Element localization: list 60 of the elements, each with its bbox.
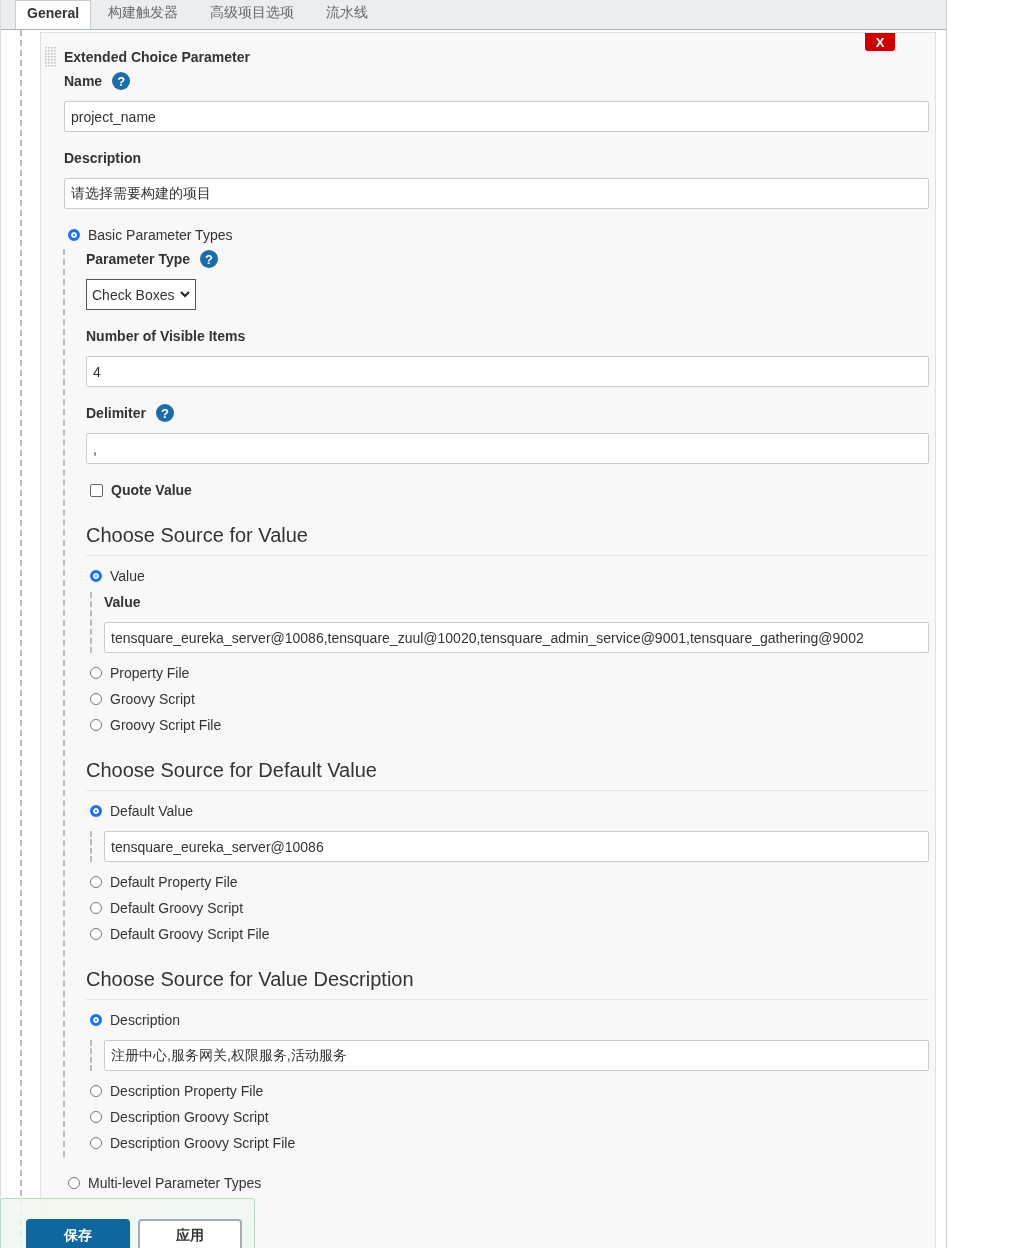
text-field[interactable]: 注册中心,服务网关,权限服务,活动服务 xyxy=(104,1040,929,1071)
help-icon[interactable]: ? xyxy=(112,72,131,90)
radio-button[interactable] xyxy=(90,1111,102,1123)
radio-label: Groovy Script xyxy=(110,691,195,707)
checkbox-label: Quote Value xyxy=(111,482,192,498)
field-label: Delimiter xyxy=(86,405,146,421)
radio-label: Default Value xyxy=(110,803,193,819)
radio-button[interactable] xyxy=(90,902,102,914)
chevron-down-icon xyxy=(180,291,190,298)
field-label: Value xyxy=(104,594,141,610)
radio-button[interactable] xyxy=(68,1177,80,1189)
checkbox[interactable] xyxy=(90,483,103,497)
tab[interactable]: 高级项目选项 xyxy=(195,0,310,29)
radio-button[interactable] xyxy=(90,805,102,817)
parameter-type-dropdown[interactable]: Check Boxes xyxy=(86,279,196,310)
radio-button[interactable] xyxy=(90,1014,102,1026)
form-button[interactable]: 应用 xyxy=(138,1219,242,1248)
radio-label: Description xyxy=(110,1012,181,1028)
radio-label: Default Groovy Script xyxy=(110,900,244,916)
help-icon[interactable]: ? xyxy=(200,250,218,268)
radio-label: Groovy Script File xyxy=(110,717,222,733)
radio-label: Value xyxy=(110,568,145,584)
radio-label: Default Property File xyxy=(110,874,238,890)
section-heading: Choose Source for Value xyxy=(86,524,929,556)
field-label: Parameter Type xyxy=(86,251,190,267)
field-label: Name xyxy=(64,73,103,89)
tab[interactable]: General xyxy=(15,0,92,29)
field-label: Number of Visible Items xyxy=(86,328,246,344)
radio-label: Description Groovy Script File xyxy=(110,1135,296,1151)
drag-handle-icon[interactable] xyxy=(45,47,57,67)
radio-button[interactable] xyxy=(68,229,80,241)
radio-button[interactable] xyxy=(90,928,102,940)
name-field[interactable]: project_name xyxy=(64,101,929,132)
radio-button[interactable] xyxy=(90,1137,102,1149)
radio-button[interactable] xyxy=(90,719,102,731)
section-heading: Choose Source for Value Description xyxy=(86,968,929,1000)
field-label: Description xyxy=(64,150,141,166)
section-heading: Choose Source for Default Value xyxy=(86,759,929,791)
radio-label: Basic Parameter Types xyxy=(88,227,233,243)
help-icon[interactable]: ? xyxy=(155,404,174,422)
tab[interactable]: 构建触发器 xyxy=(93,0,194,29)
radio-button[interactable] xyxy=(90,693,102,705)
radio-label: Description Groovy Script xyxy=(110,1109,269,1125)
radio-label: Default Groovy Script File xyxy=(110,926,270,942)
visible-items-field[interactable]: 4 xyxy=(86,356,929,387)
radio-button[interactable] xyxy=(90,667,102,679)
radio-label: Description Property File xyxy=(110,1083,264,1099)
radio-button[interactable] xyxy=(90,1085,102,1097)
radio-label: Property File xyxy=(110,665,190,681)
parameter-title: Extended Choice Parameter xyxy=(64,48,251,67)
delimiter-field[interactable]: , xyxy=(86,433,929,464)
form-button[interactable]: 保存 xyxy=(26,1219,130,1248)
radio-button[interactable] xyxy=(90,570,102,582)
delete-button[interactable]: X xyxy=(865,33,895,51)
text-field[interactable]: tensquare_eureka_server@10086 xyxy=(104,831,929,862)
radio-button[interactable] xyxy=(90,876,102,888)
tab[interactable]: 流水线 xyxy=(311,0,384,29)
text-field[interactable]: tensquare_eureka_server@10086,tensquare_zuul@10020,tensquare_admin_service@9001,tensquare_gathering@9002 xyxy=(104,622,929,653)
radio-label: Multi-level Parameter Types xyxy=(88,1175,262,1191)
description-field[interactable]: 请选择需要构建的项目 xyxy=(64,178,929,209)
